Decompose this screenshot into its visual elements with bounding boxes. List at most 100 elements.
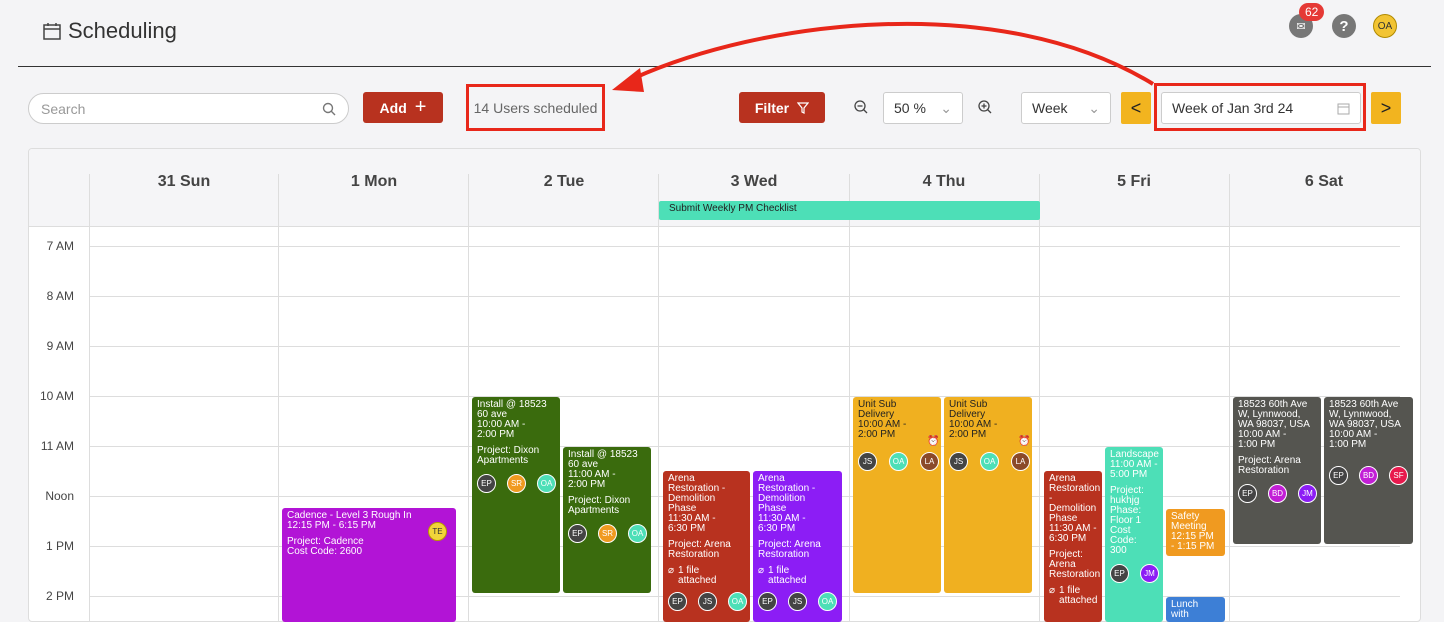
avatar[interactable]: BD <box>1359 466 1378 485</box>
avatar[interactable]: BD <box>1268 484 1287 503</box>
event-landscape[interactable]: Landscape 11:00 AM - 5:00 PM Project: hu… <box>1105 447 1163 622</box>
avatar[interactable]: EP <box>1329 466 1348 485</box>
avatar[interactable]: EP <box>1238 484 1257 503</box>
event-project: Project: Arena Restoration <box>668 539 731 560</box>
event-arena-2[interactable]: Arena Restoration - Demolition Phase 11:… <box>753 471 842 622</box>
avatar[interactable]: OA <box>980 452 999 471</box>
time-label: Noon <box>45 489 74 503</box>
day-header-sun[interactable]: 31 Sun <box>89 173 279 191</box>
day-header-sat[interactable]: 6 Sat <box>1229 173 1419 191</box>
grid-line <box>849 174 850 622</box>
avatar[interactable]: JM <box>1140 564 1159 583</box>
grid-line <box>89 174 90 622</box>
avatar[interactable]: EP <box>568 524 587 543</box>
chevron-right-icon: > <box>1380 97 1392 118</box>
add-button-label: Add <box>379 99 407 116</box>
avatar[interactable]: OA <box>889 452 908 471</box>
event-arena-1[interactable]: Arena Restoration - Demolition Phase 11:… <box>663 471 750 622</box>
event-title: Arena Restoration - Demolition Phase 11:… <box>668 473 726 534</box>
day-header-thu[interactable]: 4 Thu <box>849 173 1039 191</box>
event-title: Safety Meeting 12:15 PM - 1:15 PM <box>1171 511 1215 552</box>
filter-button-label: Filter <box>754 99 790 116</box>
day-header-tue[interactable]: 2 Tue <box>469 173 659 191</box>
avatar[interactable]: EP <box>1110 564 1129 583</box>
avatar[interactable]: OA <box>628 524 647 543</box>
avatar[interactable]: JM <box>1298 484 1317 503</box>
event-title: 18523 60th Ave W, Lynnwood, WA 98037, US… <box>1329 399 1401 450</box>
chevron-left-icon: < <box>1130 97 1142 118</box>
attachment-text: 1 file attached <box>678 565 717 586</box>
zoom-in-icon[interactable] <box>977 99 993 115</box>
event-address-2[interactable]: 18523 60th Ave W, Lynnwood, WA 98037, US… <box>1324 397 1413 544</box>
avatar[interactable]: SF <box>1389 466 1408 485</box>
time-label: 9 AM <box>46 339 74 353</box>
day-header-mon[interactable]: 1 Mon <box>279 173 469 191</box>
paperclip-icon: ⌀ <box>758 565 765 576</box>
event-arena-3[interactable]: Arena Restoration - Demolition Phase 11:… <box>1044 471 1102 622</box>
zoom-out-icon[interactable] <box>853 99 869 115</box>
event-install-2[interactable]: Install @ 18523 60 ave 11:00 AM - 2:00 P… <box>563 447 651 593</box>
grid-line <box>89 446 1400 447</box>
event-install-1[interactable]: Install @ 18523 60 ave 10:00 AM - 2:00 P… <box>472 397 560 593</box>
time-label: 1 PM <box>45 539 74 553</box>
event-safety-meeting[interactable]: Safety Meeting 12:15 PM - 1:15 PM <box>1166 509 1225 556</box>
next-week-button[interactable]: > <box>1371 92 1401 124</box>
event-cadence[interactable]: Cadence - Level 3 Rough In 12:15 PM - 6:… <box>282 508 456 622</box>
search-box[interactable] <box>28 93 349 124</box>
filter-button[interactable]: Filter <box>739 92 825 123</box>
event-attachment[interactable]: ⌀ 1 file attached <box>668 566 745 586</box>
avatar[interactable]: LA <box>1011 452 1030 471</box>
event-title: Lunch with <box>1171 599 1199 620</box>
event-title: Install @ 18523 60 ave 10:00 AM - 2:00 P… <box>477 399 547 440</box>
avatar[interactable]: JS <box>698 592 717 611</box>
avatar[interactable]: EP <box>477 474 496 493</box>
help-icon[interactable]: ? <box>1332 14 1356 38</box>
all-day-event[interactable]: Submit Weekly PM Checklist <box>659 201 1040 220</box>
prev-week-button[interactable]: < <box>1121 92 1151 124</box>
event-title: Landscape 11:00 AM - 5:00 PM <box>1110 449 1159 480</box>
zoom-select[interactable]: 50 % ⌄ <box>883 92 963 124</box>
search-icon[interactable] <box>322 102 336 116</box>
week-value: Week of Jan 3rd 24 <box>1172 100 1294 116</box>
avatar[interactable]: JS <box>788 592 807 611</box>
avatar[interactable]: OA <box>728 592 747 611</box>
event-attachment[interactable]: ⌀ 1 file attached <box>1049 586 1097 606</box>
avatar[interactable]: EP <box>758 592 777 611</box>
funnel-icon <box>797 101 810 114</box>
grid-line <box>89 296 1400 297</box>
event-attachment[interactable]: ⌀ 1 file attached <box>758 566 837 586</box>
calendar-icon <box>1337 103 1350 114</box>
avatar[interactable]: EP <box>668 592 687 611</box>
day-header-fri[interactable]: 5 Fri <box>1039 173 1229 191</box>
avatar[interactable]: JS <box>858 452 877 471</box>
avatar[interactable]: OA <box>537 474 556 493</box>
event-address-1[interactable]: 18523 60th Ave W, Lynnwood, WA 98037, US… <box>1233 397 1321 544</box>
users-scheduled-count: 14 Users scheduled <box>466 84 605 131</box>
event-project: Project: Arena Restoration <box>758 539 821 560</box>
grid-line <box>89 396 1400 397</box>
view-select[interactable]: Week ⌄ <box>1021 92 1111 124</box>
notification-badge: 62 <box>1299 3 1325 21</box>
event-title: Unit Sub Delivery 10:00 AM - 2:00 PM <box>949 399 998 440</box>
user-avatar[interactable]: OA <box>1373 14 1397 38</box>
week-picker[interactable]: Week of Jan 3rd 24 <box>1161 92 1361 124</box>
attachment-text: 1 file attached <box>1059 585 1098 606</box>
avatar[interactable]: SR <box>507 474 526 493</box>
avatar[interactable]: OA <box>818 592 837 611</box>
avatar[interactable]: SR <box>598 524 617 543</box>
attachment-text: 1 file attached <box>768 565 807 586</box>
alarm-icon: ⏰ <box>1018 436 1031 447</box>
users-scheduled-text: 14 Users scheduled <box>473 99 598 116</box>
add-button[interactable]: Add + <box>363 92 443 123</box>
zoom-value: 50 % <box>894 100 926 116</box>
avatar[interactable]: JS <box>949 452 968 471</box>
search-input[interactable] <box>41 100 301 117</box>
avatar[interactable]: TE <box>428 522 447 541</box>
time-label: 10 AM <box>39 389 74 403</box>
event-unit-sub-2[interactable]: Unit Sub Delivery 10:00 AM - 2:00 PM ⏰ J… <box>944 397 1032 593</box>
event-unit-sub-1[interactable]: Unit Sub Delivery 10:00 AM - 2:00 PM ⏰ J… <box>853 397 941 593</box>
day-header-wed[interactable]: 3 Wed <box>659 173 849 191</box>
avatar[interactable]: LA <box>920 452 939 471</box>
event-lunch[interactable]: Lunch with <box>1166 597 1225 622</box>
event-project: Project: Arena Restoration <box>1049 549 1101 580</box>
